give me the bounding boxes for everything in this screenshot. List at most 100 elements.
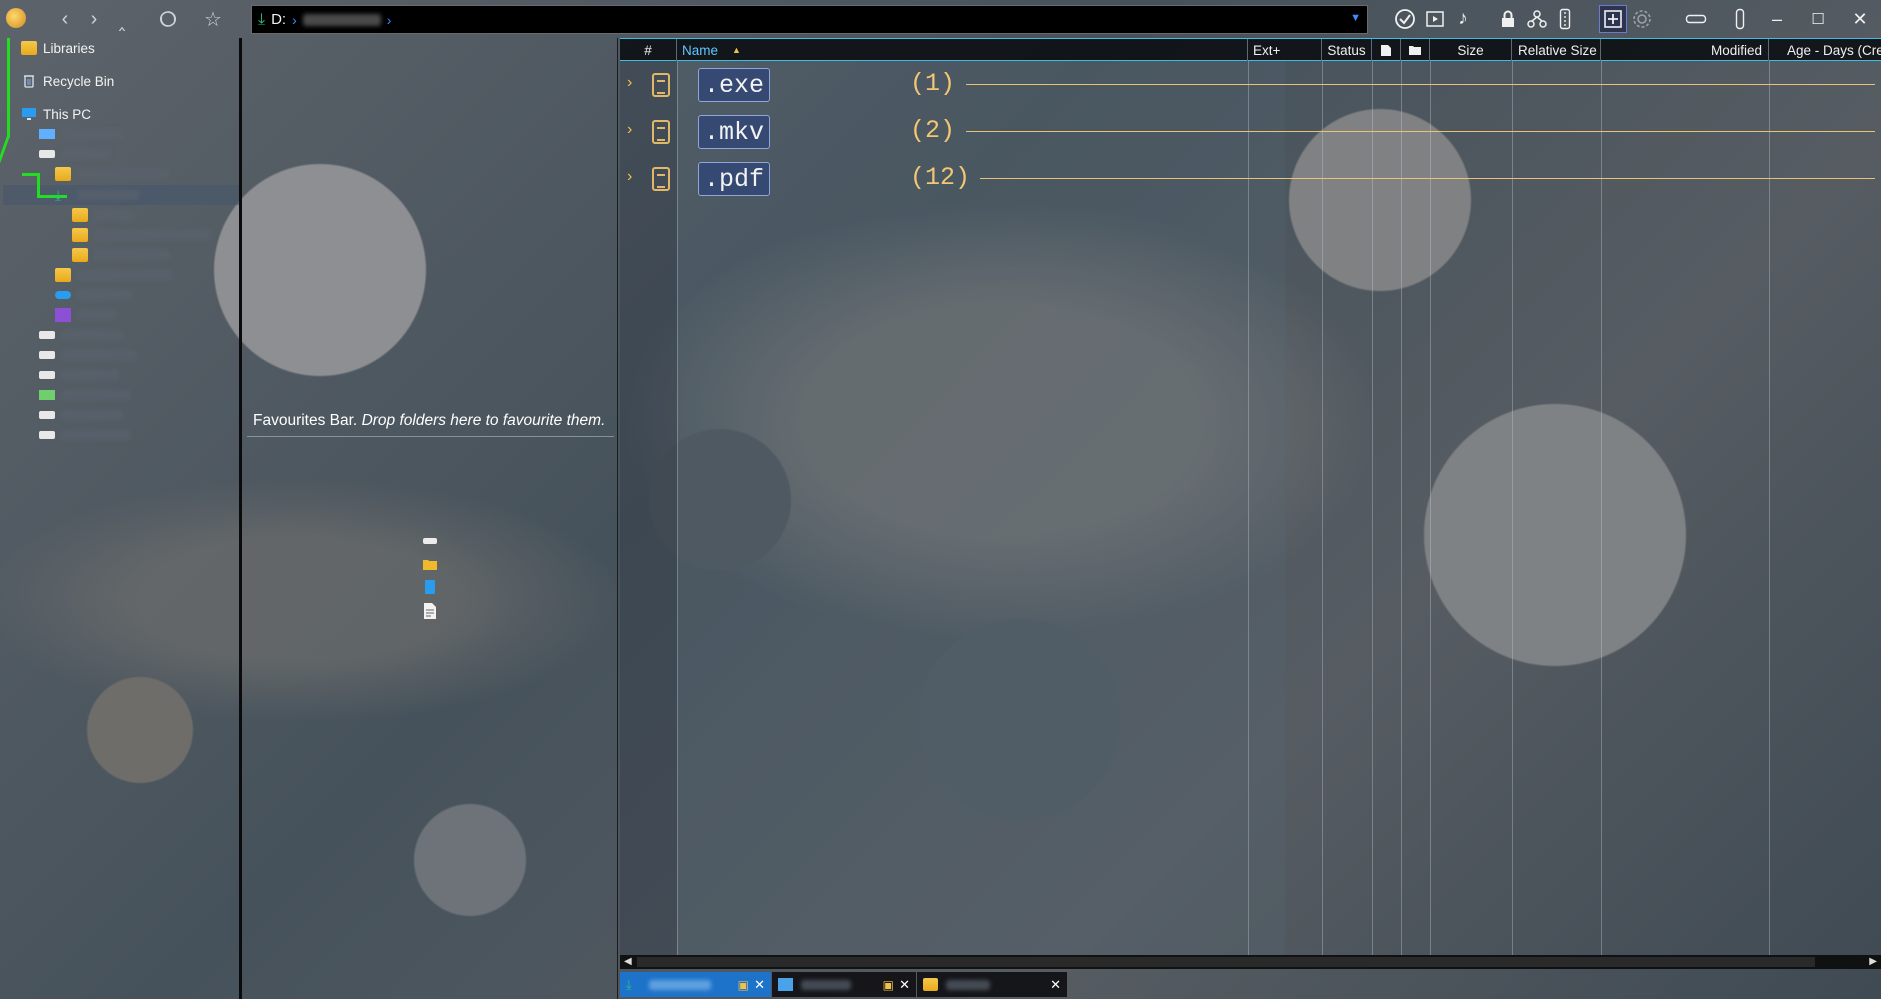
breadcrumb-separator[interactable]: ›	[387, 12, 392, 28]
forward-icon[interactable]: ›	[81, 6, 107, 32]
add-panel-icon[interactable]	[1599, 5, 1627, 33]
address-bar[interactable]: ⤓ D: › › ▼	[251, 5, 1368, 34]
favourites-bar[interactable]: Favourites Bar. Drop folders here to fav…	[245, 38, 618, 999]
folder-icon	[923, 978, 938, 991]
tree-item-drive[interactable]	[39, 124, 125, 144]
tree-item-recycle-bin[interactable]: Recycle Bin	[21, 71, 114, 91]
star-icon[interactable]: ☆	[200, 6, 226, 32]
group-count: (12)	[910, 163, 971, 192]
breadcrumb-separator[interactable]: ›	[292, 12, 297, 28]
tree-item-folder[interactable]	[72, 205, 134, 225]
drive-icon	[39, 150, 55, 158]
refresh-icon[interactable]	[155, 6, 181, 32]
up-icon[interactable]: ‸	[109, 6, 135, 32]
lock-icon[interactable]: ▣	[883, 978, 894, 992]
video-icon[interactable]	[1421, 5, 1449, 33]
group-divider	[966, 84, 1875, 85]
group-row-exe[interactable]: › .exe (1)	[620, 65, 1881, 105]
group-count: (2)	[910, 116, 956, 145]
chevron-right-icon[interactable]: ›	[627, 74, 632, 92]
column-header-relative-size[interactable]: Relative Size	[1512, 39, 1601, 61]
scroll-left-icon[interactable]: ◀	[624, 955, 632, 969]
tree-item-drive[interactable]	[39, 405, 123, 425]
breadcrumb-folder[interactable]	[302, 13, 381, 26]
close-icon[interactable]: ✕	[754, 977, 765, 993]
tree-item-folder[interactable]	[72, 245, 170, 265]
folder-icon	[21, 41, 37, 55]
tab-folder[interactable]: ✕	[917, 972, 1067, 997]
tree-item-folder[interactable]	[55, 265, 173, 285]
branch-icon[interactable]	[1523, 5, 1551, 33]
settings-icon[interactable]	[1628, 5, 1656, 33]
file-group-icon	[652, 120, 670, 144]
scrollbar-thumb[interactable]	[637, 957, 1815, 967]
column-header-modified[interactable]: Modified	[1601, 39, 1769, 61]
group-extension: .pdf	[698, 162, 771, 196]
music-icon[interactable]: ♪	[1449, 5, 1477, 33]
document-icon[interactable]	[422, 602, 438, 619]
file-list[interactable]: # Name ▲ Ext+ Status Size Relative Size …	[620, 38, 1881, 999]
tab-pictures[interactable]: ▣ ✕	[772, 972, 916, 997]
column-header-size[interactable]: Size	[1430, 39, 1512, 61]
tree-item-drive[interactable]	[39, 345, 137, 365]
breadcrumb-drive[interactable]: D:	[271, 11, 286, 28]
tree-item-drive[interactable]	[39, 425, 131, 445]
tree-item-folder[interactable]	[72, 225, 212, 245]
vertical-layout-icon[interactable]	[1726, 5, 1754, 33]
tree-guide-line	[0, 136, 10, 176]
close-icon[interactable]: ✕	[1050, 977, 1061, 993]
close-button[interactable]: ✕	[1840, 4, 1880, 34]
chevron-down-icon[interactable]: ▼	[1350, 12, 1361, 24]
tree-item-label	[77, 169, 169, 179]
tree-item-libraries[interactable]: Libraries	[21, 38, 95, 58]
tree-item-drive[interactable]	[39, 365, 119, 385]
checkmark-icon[interactable]	[1391, 5, 1419, 33]
tree-item-onedrive[interactable]	[55, 285, 133, 305]
app-icon[interactable]	[6, 8, 26, 28]
tab-downloads[interactable]: ⤓ ▣ ✕	[620, 972, 771, 997]
folder-tree: Libraries Recycle Bin This PC ⤓	[0, 38, 242, 999]
horizontal-layout-icon[interactable]	[1682, 5, 1710, 33]
group-row-mkv[interactable]: › .mkv (2)	[620, 112, 1881, 152]
column-header-status[interactable]: Status	[1322, 39, 1372, 61]
column-header-folders[interactable]	[1401, 39, 1430, 61]
maximize-button[interactable]: ☐	[1798, 4, 1838, 34]
column-header-files[interactable]	[1372, 39, 1401, 61]
column-header-name[interactable]: Name ▲	[677, 39, 1248, 61]
chevron-right-icon[interactable]: ›	[627, 121, 632, 139]
back-icon[interactable]: ‹	[52, 6, 78, 32]
recycle-bin-icon	[21, 74, 37, 88]
tree-item-label	[94, 250, 170, 260]
lock-icon[interactable]: ▣	[738, 978, 749, 992]
download-icon: ⤓	[626, 976, 632, 992]
file-icon[interactable]	[422, 579, 438, 595]
tree-item-folder[interactable]	[55, 164, 169, 184]
close-icon[interactable]: ✕	[899, 977, 910, 993]
column-header-age[interactable]: Age - Days (Cre	[1769, 39, 1881, 61]
minimize-button[interactable]: –	[1757, 4, 1797, 34]
tree-item-this-pc[interactable]: This PC	[21, 104, 91, 124]
folder-icon[interactable]	[422, 556, 438, 572]
column-header-ext[interactable]: Ext+	[1248, 39, 1322, 61]
zip-icon[interactable]	[1551, 5, 1579, 33]
scroll-right-icon[interactable]: ▶	[1869, 955, 1877, 969]
tree-item-folder[interactable]: ⤓	[55, 185, 139, 205]
folder-icon	[72, 228, 88, 242]
usb-drive-icon	[39, 390, 55, 400]
tree-item-label: This PC	[43, 106, 92, 122]
group-row-pdf[interactable]: › .pdf (12)	[620, 159, 1881, 199]
cloud-icon	[55, 291, 71, 299]
horizontal-scrollbar[interactable]: ◀ ▶	[620, 955, 1881, 969]
download-icon: ⤓	[55, 186, 62, 203]
tree-item-videos[interactable]	[55, 305, 117, 325]
chevron-right-icon[interactable]: ›	[627, 168, 632, 186]
column-header-row: # Name ▲ Ext+ Status Size Relative Size …	[620, 38, 1881, 61]
drive-icon[interactable]	[422, 533, 438, 549]
folder-icon	[55, 167, 71, 181]
tree-item-drive[interactable]	[39, 385, 131, 405]
tree-item-drive[interactable]	[39, 144, 111, 164]
column-header-num[interactable]: #	[620, 39, 677, 61]
tree-item-drive[interactable]	[39, 325, 123, 345]
sort-ascending-icon: ▲	[732, 45, 741, 55]
lock-icon[interactable]	[1494, 5, 1522, 33]
